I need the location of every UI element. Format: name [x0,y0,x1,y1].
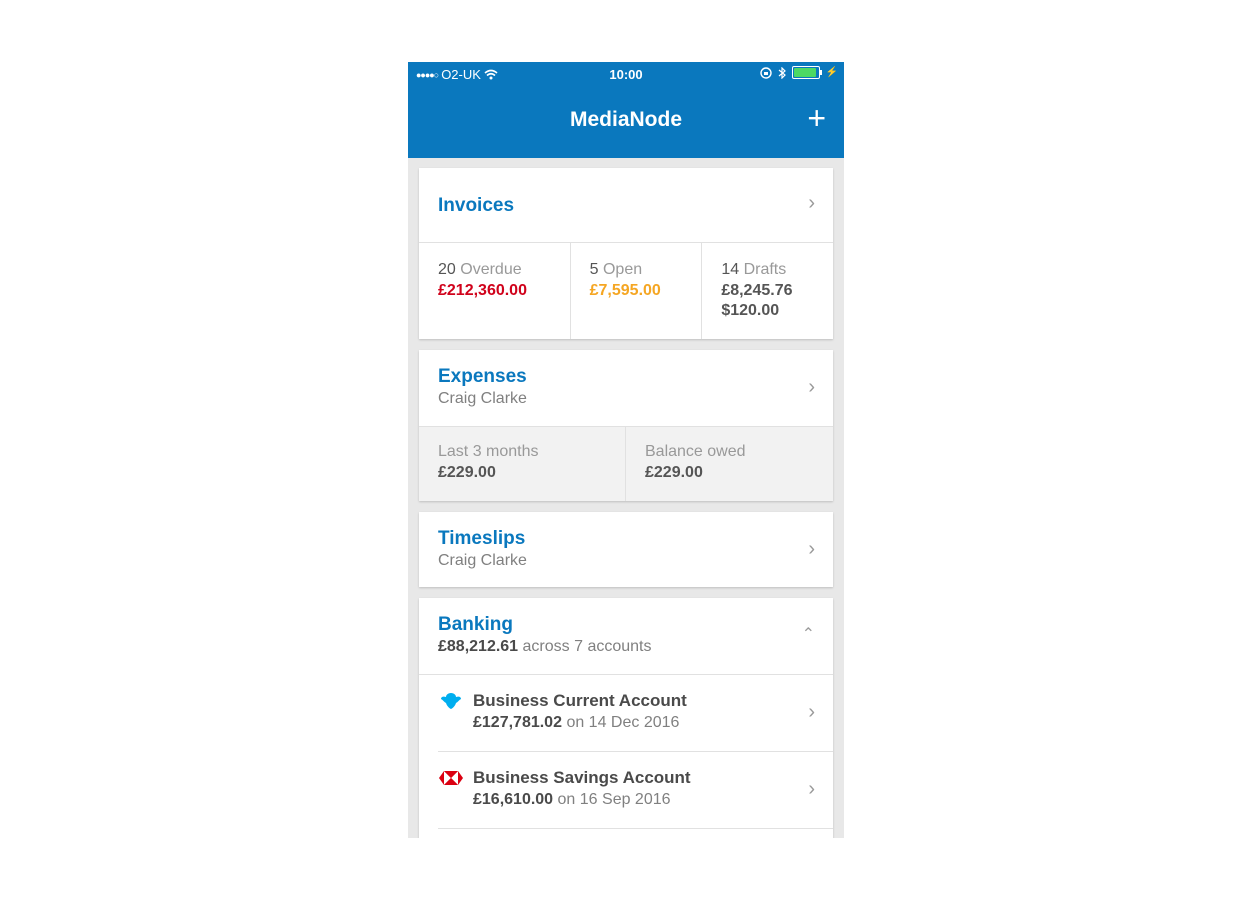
page-title: MediaNode [569,108,682,131]
account-name: Business Savings Account [473,768,691,787]
account-balance-line: £127,781.02 on 14 Dec 2016 [473,714,679,732]
overdue-summary[interactable]: 20 Overdue £212,360.00 [419,243,570,339]
chevron-right-icon: › [808,701,815,723]
open-label: Open [602,261,643,278]
account-date: on 16 Sep 2016 [557,791,671,808]
balance-owed-summary: Balance owed £229.00 [625,427,832,501]
invoices-header[interactable]: Invoices › [419,168,833,242]
account-date: on 14 Dec 2016 [566,714,680,731]
chevron-right-icon: › [808,192,815,214]
drafts-amount-usd: $120.00 [721,302,780,319]
account-balance: £16,610.00 [473,791,554,808]
bluetooth-icon [778,66,786,79]
expenses-person: Craig Clarke [438,390,527,407]
timeslips-title: Timeslips [438,528,526,549]
account-row[interactable]: Business Savings Account £16,610.00 on 1… [438,752,833,829]
invoices-title: Invoices [438,195,515,216]
expenses-title: Expenses [438,366,527,387]
barclays-eagle-icon [441,693,461,709]
drafts-amount-gbp: £8,245.76 [721,282,793,299]
drafts-count: 14 [721,261,740,278]
drafts-summary[interactable]: 14 Drafts £8,245.76 $120.00 [701,243,833,339]
timeslips-person: Craig Clarke [438,552,527,569]
banking-title: Banking [438,614,513,635]
banking-header[interactable]: Banking £88,212.61 across 7 accounts ⌃ [419,598,833,674]
charging-icon: ⚡ [825,67,838,78]
timeslips-card[interactable]: Timeslips Craig Clarke › [419,512,833,587]
banking-card: Banking £88,212.61 across 7 accounts ⌃ B… [419,598,833,838]
overdue-label: Overdue [460,261,522,278]
banking-accounts-count: across 7 accounts [522,638,652,655]
account-name: Business Current Account [473,691,687,710]
banking-total: £88,212.61 [438,638,519,655]
overdue-amount: £212,360.00 [438,282,527,299]
expenses-card: Expenses Craig Clarke › Last 3 months £2… [419,350,833,501]
chevron-right-icon: › [808,778,815,800]
hsbc-hexagon-icon [439,771,463,785]
app-header: ●●●●○ O2-UK 10:00 ⚡ MediaNode + [408,62,844,158]
banking-summary: £88,212.61 across 7 accounts [438,638,651,656]
timeslips-header[interactable]: Timeslips Craig Clarke › [419,512,833,587]
overdue-count: 20 [438,261,456,278]
balance-owed-amount: £229.00 [645,464,703,481]
account-row[interactable]: Business Current Account £127,781.02 on … [438,675,833,752]
chevron-up-icon[interactable]: ⌃ [802,624,815,644]
battery-icon [791,66,822,79]
status-bar: ●●●●○ O2-UK 10:00 ⚡ [408,62,844,86]
chevron-right-icon: › [808,376,815,398]
invoices-card: Invoices › 20 Overdue £212,360.00 5 Open… [419,168,833,339]
balance-owed-label: Balance owed [645,443,746,460]
last-3-months-summary: Last 3 months £229.00 [419,427,625,501]
open-amount: £7,595.00 [589,282,661,299]
chevron-right-icon: › [808,538,815,560]
open-summary[interactable]: 5 Open £7,595.00 [569,243,702,339]
rotation-lock-icon [759,66,772,79]
expenses-header[interactable]: Expenses Craig Clarke › [419,350,833,426]
drafts-label: Drafts [743,261,787,278]
last-3-months-amount: £229.00 [438,464,496,481]
last-3-months-label: Last 3 months [438,443,539,460]
open-count: 5 [589,261,599,278]
phone-screen: ●●●●○ O2-UK 10:00 ⚡ MediaNode + Invoices… [408,62,844,838]
account-balance-line: £16,610.00 on 16 Sep 2016 [473,791,671,809]
add-button[interactable]: + [807,102,826,134]
account-balance: £127,781.02 [473,714,562,731]
